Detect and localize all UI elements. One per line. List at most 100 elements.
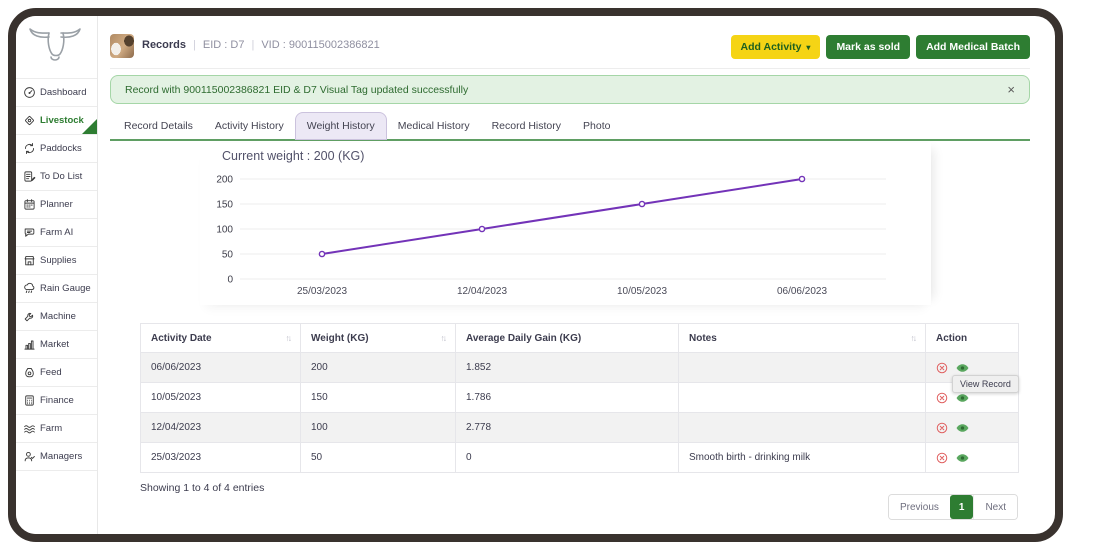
sidebar-item-farm[interactable]: Farm xyxy=(16,415,97,443)
sidebar-item-label: Livestock xyxy=(40,115,84,126)
sidebar-item-planner[interactable]: Planner xyxy=(16,191,97,219)
sidebar-item-label: Supplies xyxy=(40,255,76,266)
svg-text:0: 0 xyxy=(227,275,233,286)
view-record-icon[interactable] xyxy=(956,363,969,373)
cell-avg-daily-gain: 1.852 xyxy=(456,353,679,383)
sidebar-item-livestock[interactable]: Livestock xyxy=(16,107,97,135)
sidebar-item-machine[interactable]: Machine xyxy=(16,303,97,331)
planner-icon xyxy=(22,198,36,212)
cell-activity-date: 10/05/2023 xyxy=(141,383,301,413)
machine-icon xyxy=(22,310,36,324)
svg-text:06/06/2023: 06/06/2023 xyxy=(777,286,827,297)
view-record-tooltip: View Record xyxy=(952,375,1019,393)
cell-weight: 100 xyxy=(301,413,456,443)
feed-icon xyxy=(22,366,36,380)
sidebar-item-label: Market xyxy=(40,339,69,350)
breadcrumb-separator: | xyxy=(251,39,254,51)
livestock-icon xyxy=(22,114,36,128)
success-alert: Record with 900115002386821 EID & D7 Vis… xyxy=(110,75,1030,104)
column-header-action: Action xyxy=(926,324,1019,353)
record-vid: VID : 900115002386821 xyxy=(261,39,379,51)
delete-record-icon[interactable] xyxy=(936,422,948,434)
header-actions: Add Activity ▾ Mark as sold Add Medical … xyxy=(731,35,1030,59)
finance-icon xyxy=(22,394,36,408)
alert-message: Record with 900115002386821 EID & D7 Vis… xyxy=(125,84,468,96)
view-record-icon[interactable] xyxy=(956,393,969,403)
pagination-page-1[interactable]: 1 xyxy=(950,495,974,519)
sidebar-item-label: Farm AI xyxy=(40,227,73,238)
close-icon[interactable]: × xyxy=(1007,83,1015,96)
svg-text:10/05/2023: 10/05/2023 xyxy=(617,286,667,297)
sidebar-item-paddocks[interactable]: Paddocks xyxy=(16,135,97,163)
sidebar-item-label: Machine xyxy=(40,311,76,322)
cell-notes: Smooth birth - drinking milk xyxy=(679,443,926,473)
market-icon xyxy=(22,338,36,352)
farm-field-icon xyxy=(22,422,36,436)
tab-medical-history[interactable]: Medical History xyxy=(387,112,481,140)
weight-history-table: Activity Date↑↓Weight (KG)↑↓Average Dail… xyxy=(140,323,1019,473)
active-corner-marker xyxy=(82,119,97,134)
sidebar-item-label: Rain Gauge xyxy=(40,283,91,294)
sidebar-item-market[interactable]: Market xyxy=(16,331,97,359)
sidebar-item-label: Farm xyxy=(40,423,62,434)
svg-text:12/04/2023: 12/04/2023 xyxy=(457,286,507,297)
sidebar-item-managers[interactable]: Managers xyxy=(16,443,97,471)
sidebar-item-label: Planner xyxy=(40,199,73,210)
sidebar-item-finance[interactable]: Finance xyxy=(16,387,97,415)
delete-record-icon[interactable] xyxy=(936,362,948,374)
delete-record-icon[interactable] xyxy=(936,452,948,464)
table-row: 10/05/20231501.786 xyxy=(141,383,1019,413)
todo-list-icon xyxy=(22,170,36,184)
chart-title: Current weight : 200 (KG) xyxy=(222,149,364,163)
supplies-icon xyxy=(22,254,36,268)
column-header-notes[interactable]: Notes↑↓ xyxy=(679,324,926,353)
longhorn-logo-icon xyxy=(26,24,84,77)
tab-bar: Record DetailsActivity HistoryWeight His… xyxy=(113,112,621,140)
table-summary: Showing 1 to 4 of 4 entries xyxy=(140,482,264,494)
cell-notes xyxy=(679,383,926,413)
dashboard-icon xyxy=(22,86,36,100)
weight-line-chart: 05010015020025/03/202312/04/202310/05/20… xyxy=(200,143,931,305)
sidebar-item-to-do-list[interactable]: To Do List xyxy=(16,163,97,191)
cell-notes xyxy=(679,353,926,383)
record-eid: EID : D7 xyxy=(203,39,245,51)
view-record-icon[interactable] xyxy=(956,423,969,433)
view-record-icon[interactable] xyxy=(956,453,969,463)
column-header-activity-date[interactable]: Activity Date↑↓ xyxy=(141,324,301,353)
pagination-previous[interactable]: Previous xyxy=(889,495,950,519)
cell-weight: 200 xyxy=(301,353,456,383)
add-activity-button[interactable]: Add Activity ▾ xyxy=(731,35,821,59)
cell-activity-date: 25/03/2023 xyxy=(141,443,301,473)
tab-activity-history[interactable]: Activity History xyxy=(204,112,295,140)
record-avatar xyxy=(110,34,134,58)
sort-icon: ↑↓ xyxy=(286,333,291,343)
svg-text:100: 100 xyxy=(216,225,233,236)
record-breadcrumb: Records | EID : D7 | VID : 9001150023868… xyxy=(142,39,380,51)
tab-photo[interactable]: Photo xyxy=(572,112,621,140)
cell-activity-date: 12/04/2023 xyxy=(141,413,301,443)
table-row: 06/06/20232001.852 xyxy=(141,353,1019,383)
header-divider xyxy=(110,68,1030,69)
svg-text:25/03/2023: 25/03/2023 xyxy=(297,286,347,297)
tab-record-details[interactable]: Record Details xyxy=(113,112,204,140)
delete-record-icon[interactable] xyxy=(936,392,948,404)
svg-text:150: 150 xyxy=(216,200,233,211)
cell-action xyxy=(926,443,1019,473)
sidebar-nav: Dashboard Livestock PaddocksTo Do List Plan… xyxy=(16,78,97,471)
sidebar-item-rain-gauge[interactable]: Rain Gauge xyxy=(16,275,97,303)
tab-weight-history[interactable]: Weight History xyxy=(295,112,387,140)
mark-as-sold-button[interactable]: Mark as sold xyxy=(826,35,910,59)
column-header-weight-kg-[interactable]: Weight (KG)↑↓ xyxy=(301,324,456,353)
sort-icon: ↑↓ xyxy=(911,333,916,343)
sidebar-item-farm-ai[interactable]: Farm AI xyxy=(16,219,97,247)
app-frame: Dashboard Livestock PaddocksTo Do List Plan… xyxy=(8,8,1063,542)
add-medical-batch-button[interactable]: Add Medical Batch xyxy=(916,35,1030,59)
pagination-next[interactable]: Next xyxy=(973,495,1017,519)
rain-gauge-icon xyxy=(22,282,36,296)
sidebar-item-feed[interactable]: Feed xyxy=(16,359,97,387)
sidebar: Dashboard Livestock PaddocksTo Do List Plan… xyxy=(16,16,98,534)
sidebar-item-supplies[interactable]: Supplies xyxy=(16,247,97,275)
tab-record-history[interactable]: Record History xyxy=(481,112,572,140)
sidebar-item-dashboard[interactable]: Dashboard xyxy=(16,78,97,107)
breadcrumb-title: Records xyxy=(142,39,186,51)
